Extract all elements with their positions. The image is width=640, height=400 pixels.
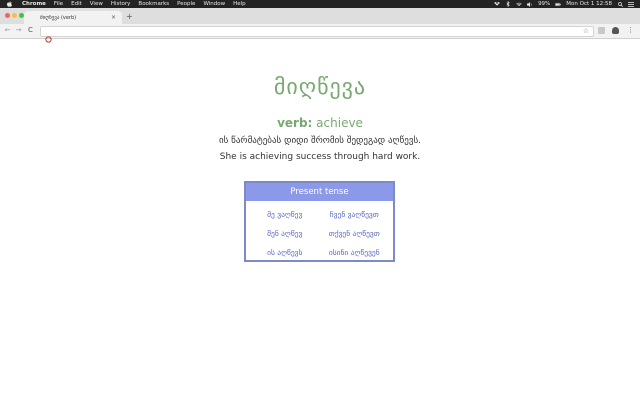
forward-button[interactable]: → [14, 26, 23, 35]
chrome-menu-button[interactable]: ⋮ [626, 26, 635, 35]
menu-bookmarks[interactable]: Bookmarks [138, 0, 169, 8]
menu-edit[interactable]: Edit [71, 0, 82, 8]
browser-tab[interactable]: მიღწევა (verb) × [24, 11, 122, 30]
battery-icon[interactable] [555, 2, 562, 7]
extension-icon[interactable] [598, 27, 605, 34]
dropbox-icon[interactable] [494, 1, 501, 7]
example-sentence-georgian: ის წარმატებას დიდი შრომის შედეგად აღწევს… [218, 136, 422, 146]
page-content: მიღწევა verb: achieve ის წარმატებას დიდი… [0, 39, 640, 400]
notification-center-icon[interactable] [628, 1, 634, 7]
shield-extension-icon[interactable] [612, 27, 619, 34]
reload-button[interactable]: C [26, 26, 35, 35]
bookmark-star-icon[interactable]: ☆ [583, 27, 589, 36]
battery-percent: 99% [538, 1, 551, 7]
tab-close-icon[interactable]: × [111, 14, 116, 21]
tab-favicon-icon [31, 15, 37, 30]
site-icon[interactable] [45, 28, 52, 43]
conjugation-cell: შენ აღწევ [267, 229, 303, 238]
volume-icon[interactable] [527, 1, 533, 7]
menu-clock[interactable]: Mon Oct 1 12:58 [566, 0, 612, 8]
menu-help[interactable]: Help [233, 0, 246, 8]
close-window-button[interactable] [5, 13, 10, 18]
mac-menu-bar: Chrome File Edit View History Bookmarks … [0, 0, 640, 8]
menu-window[interactable]: Window [203, 0, 225, 8]
conjugation-cell: ისინი აღწევენ [328, 248, 380, 257]
headword: მიღწევა [273, 75, 367, 100]
example-sentence-english: She is achieving success through hard wo… [219, 152, 421, 162]
menu-history[interactable]: History [111, 0, 131, 8]
browser-toolbar: ← → C ☆ ⋮ [0, 24, 640, 43]
address-bar[interactable]: ☆ [40, 26, 594, 43]
conjugation-cell: თქვენ აღწევთ [328, 229, 380, 238]
translation: achieve [316, 116, 363, 130]
conjugation-cell: მე ვაღწევ [267, 210, 303, 219]
menu-people[interactable]: People [177, 0, 195, 8]
spotlight-search-icon[interactable] [617, 1, 623, 7]
back-button[interactable]: ← [3, 26, 12, 35]
menu-file[interactable]: File [54, 0, 63, 8]
apple-icon[interactable] [7, 1, 12, 7]
minimize-window-button[interactable] [12, 13, 17, 18]
conjugation-table: Present tense მე ვაღწევ ჩვენ ვაღწევთ შენ… [244, 181, 395, 262]
bluetooth-icon[interactable] [505, 1, 511, 7]
menu-view[interactable]: View [90, 0, 103, 8]
conjugation-table-header: Present tense [246, 183, 393, 201]
tab-strip: მიღწევა (verb) × + [0, 8, 640, 30]
conjugation-cell: ჩვენ ვაღწევთ [329, 210, 379, 219]
part-of-speech-label: verb: [277, 116, 313, 130]
part-of-speech-line: verb: achieve [0, 116, 640, 130]
conjugation-cell: ის აღწევს [267, 248, 303, 257]
wifi-icon[interactable] [516, 2, 522, 7]
menu-app-name[interactable]: Chrome [22, 0, 46, 8]
tab-title: მიღწევა (verb) [40, 14, 77, 21]
new-tab-button[interactable]: + [126, 13, 133, 21]
